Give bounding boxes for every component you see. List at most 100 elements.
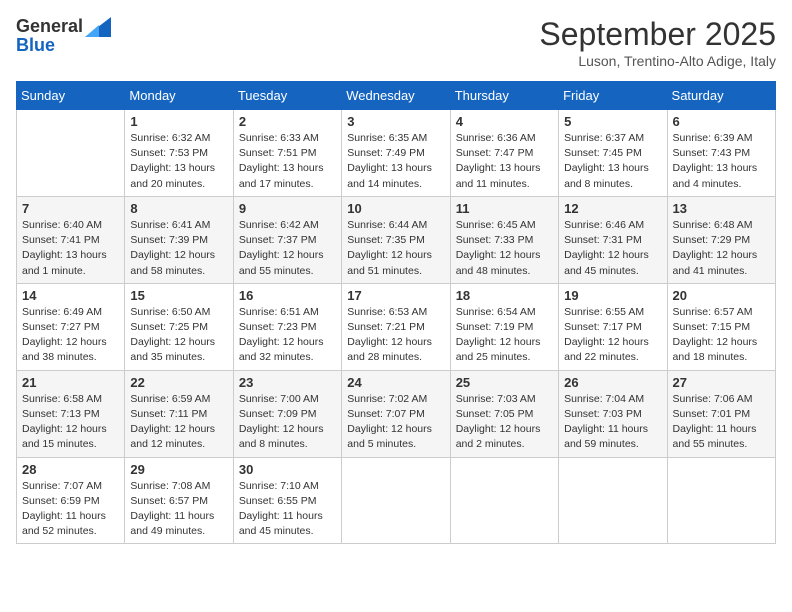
day-number: 22 xyxy=(130,375,227,390)
day-info: Sunrise: 6:48 AM Sunset: 7:29 PM Dayligh… xyxy=(673,218,770,279)
calendar-cell: 10 Sunrise: 6:44 AM Sunset: 7:35 PM Dayli… xyxy=(342,196,450,283)
day-info: Sunrise: 6:39 AM Sunset: 7:43 PM Dayligh… xyxy=(673,131,770,192)
calendar-cell: 8 Sunrise: 6:41 AM Sunset: 7:39 PM Daylig… xyxy=(125,196,233,283)
day-info: Sunrise: 6:40 AM Sunset: 7:41 PM Dayligh… xyxy=(22,218,119,279)
location-subtitle: Luson, Trentino-Alto Adige, Italy xyxy=(539,53,776,69)
calendar-cell: 30 Sunrise: 7:10 AM Sunset: 6:55 PM Dayli… xyxy=(233,457,341,544)
day-number: 9 xyxy=(239,201,336,216)
calendar-cell xyxy=(17,110,125,197)
day-info: Sunrise: 7:06 AM Sunset: 7:01 PM Dayligh… xyxy=(673,392,770,453)
day-number: 25 xyxy=(456,375,553,390)
day-number: 6 xyxy=(673,114,770,129)
calendar-cell: 4 Sunrise: 6:36 AM Sunset: 7:47 PM Daylig… xyxy=(450,110,558,197)
day-info: Sunrise: 6:42 AM Sunset: 7:37 PM Dayligh… xyxy=(239,218,336,279)
day-number: 17 xyxy=(347,288,444,303)
day-info: Sunrise: 7:04 AM Sunset: 7:03 PM Dayligh… xyxy=(564,392,661,453)
day-number: 10 xyxy=(347,201,444,216)
day-info: Sunrise: 7:03 AM Sunset: 7:05 PM Dayligh… xyxy=(456,392,553,453)
calendar-week-row: 21 Sunrise: 6:58 AM Sunset: 7:13 PM Dayli… xyxy=(17,370,776,457)
day-info: Sunrise: 6:58 AM Sunset: 7:13 PM Dayligh… xyxy=(22,392,119,453)
calendar-cell: 12 Sunrise: 6:46 AM Sunset: 7:31 PM Dayli… xyxy=(559,196,667,283)
day-number: 30 xyxy=(239,462,336,477)
calendar-cell: 9 Sunrise: 6:42 AM Sunset: 7:37 PM Daylig… xyxy=(233,196,341,283)
logo-icon xyxy=(85,17,111,37)
day-of-week-header: Sunday xyxy=(17,82,125,110)
day-number: 29 xyxy=(130,462,227,477)
day-info: Sunrise: 6:53 AM Sunset: 7:21 PM Dayligh… xyxy=(347,305,444,366)
day-number: 26 xyxy=(564,375,661,390)
day-number: 14 xyxy=(22,288,119,303)
day-info: Sunrise: 7:02 AM Sunset: 7:07 PM Dayligh… xyxy=(347,392,444,453)
calendar-cell: 2 Sunrise: 6:33 AM Sunset: 7:51 PM Daylig… xyxy=(233,110,341,197)
day-number: 28 xyxy=(22,462,119,477)
calendar-cell: 17 Sunrise: 6:53 AM Sunset: 7:21 PM Dayli… xyxy=(342,283,450,370)
day-info: Sunrise: 7:08 AM Sunset: 6:57 PM Dayligh… xyxy=(130,479,227,540)
calendar-cell: 20 Sunrise: 6:57 AM Sunset: 7:15 PM Dayli… xyxy=(667,283,775,370)
day-number: 23 xyxy=(239,375,336,390)
calendar-week-row: 1Sunrise: 6:32 AM Sunset: 7:53 PM Daylig… xyxy=(17,110,776,197)
page-header: General Blue September 2025 Luson, Trent… xyxy=(16,16,776,69)
day-number: 4 xyxy=(456,114,553,129)
calendar-cell: 13 Sunrise: 6:48 AM Sunset: 7:29 PM Dayli… xyxy=(667,196,775,283)
calendar-cell: 21 Sunrise: 6:58 AM Sunset: 7:13 PM Dayli… xyxy=(17,370,125,457)
title-block: September 2025 Luson, Trentino-Alto Adig… xyxy=(539,16,776,69)
day-info: Sunrise: 6:33 AM Sunset: 7:51 PM Dayligh… xyxy=(239,131,336,192)
day-number: 15 xyxy=(130,288,227,303)
month-title: September 2025 xyxy=(539,16,776,53)
day-number: 11 xyxy=(456,201,553,216)
calendar-cell: 3 Sunrise: 6:35 AM Sunset: 7:49 PM Daylig… xyxy=(342,110,450,197)
calendar-cell xyxy=(450,457,558,544)
day-info: Sunrise: 6:46 AM Sunset: 7:31 PM Dayligh… xyxy=(564,218,661,279)
day-info: Sunrise: 6:37 AM Sunset: 7:45 PM Dayligh… xyxy=(564,131,661,192)
calendar-cell: 5 Sunrise: 6:37 AM Sunset: 7:45 PM Daylig… xyxy=(559,110,667,197)
day-info: Sunrise: 6:35 AM Sunset: 7:49 PM Dayligh… xyxy=(347,131,444,192)
day-info: Sunrise: 7:07 AM Sunset: 6:59 PM Dayligh… xyxy=(22,479,119,540)
day-number: 16 xyxy=(239,288,336,303)
calendar-cell: 28 Sunrise: 7:07 AM Sunset: 6:59 PM Dayli… xyxy=(17,457,125,544)
calendar-week-row: 28 Sunrise: 7:07 AM Sunset: 6:59 PM Dayli… xyxy=(17,457,776,544)
calendar-cell xyxy=(559,457,667,544)
day-of-week-header: Wednesday xyxy=(342,82,450,110)
day-info: Sunrise: 7:10 AM Sunset: 6:55 PM Dayligh… xyxy=(239,479,336,540)
calendar-cell xyxy=(342,457,450,544)
day-info: Sunrise: 6:54 AM Sunset: 7:19 PM Dayligh… xyxy=(456,305,553,366)
day-number: 8 xyxy=(130,201,227,216)
calendar-cell: 7 Sunrise: 6:40 AM Sunset: 7:41 PM Daylig… xyxy=(17,196,125,283)
day-info: Sunrise: 6:55 AM Sunset: 7:17 PM Dayligh… xyxy=(564,305,661,366)
day-number: 13 xyxy=(673,201,770,216)
calendar-cell: 1Sunrise: 6:32 AM Sunset: 7:53 PM Daylig… xyxy=(125,110,233,197)
calendar-cell: 26 Sunrise: 7:04 AM Sunset: 7:03 PM Dayli… xyxy=(559,370,667,457)
day-number: 5 xyxy=(564,114,661,129)
day-info: Sunrise: 6:51 AM Sunset: 7:23 PM Dayligh… xyxy=(239,305,336,366)
calendar-cell: 23 Sunrise: 7:00 AM Sunset: 7:09 PM Dayli… xyxy=(233,370,341,457)
day-info: Sunrise: 6:36 AM Sunset: 7:47 PM Dayligh… xyxy=(456,131,553,192)
day-number: 7 xyxy=(22,201,119,216)
calendar-week-row: 7 Sunrise: 6:40 AM Sunset: 7:41 PM Daylig… xyxy=(17,196,776,283)
day-number: 21 xyxy=(22,375,119,390)
calendar-cell: 24Sunrise: 7:02 AM Sunset: 7:07 PM Dayli… xyxy=(342,370,450,457)
day-info: Sunrise: 6:57 AM Sunset: 7:15 PM Dayligh… xyxy=(673,305,770,366)
day-number: 20 xyxy=(673,288,770,303)
calendar-cell xyxy=(667,457,775,544)
calendar-header-row: SundayMondayTuesdayWednesdayThursdayFrid… xyxy=(17,82,776,110)
day-number: 12 xyxy=(564,201,661,216)
day-number: 2 xyxy=(239,114,336,129)
day-info: Sunrise: 6:32 AM Sunset: 7:53 PM Dayligh… xyxy=(130,131,227,192)
day-of-week-header: Tuesday xyxy=(233,82,341,110)
day-info: Sunrise: 7:00 AM Sunset: 7:09 PM Dayligh… xyxy=(239,392,336,453)
logo-text-general: General xyxy=(16,16,83,36)
day-of-week-header: Saturday xyxy=(667,82,775,110)
day-number: 3 xyxy=(347,114,444,129)
day-info: Sunrise: 6:59 AM Sunset: 7:11 PM Dayligh… xyxy=(130,392,227,453)
day-info: Sunrise: 6:49 AM Sunset: 7:27 PM Dayligh… xyxy=(22,305,119,366)
calendar-cell: 25 Sunrise: 7:03 AM Sunset: 7:05 PM Dayli… xyxy=(450,370,558,457)
day-of-week-header: Monday xyxy=(125,82,233,110)
day-info: Sunrise: 6:41 AM Sunset: 7:39 PM Dayligh… xyxy=(130,218,227,279)
logo: General Blue xyxy=(16,16,111,56)
calendar-cell: 29 Sunrise: 7:08 AM Sunset: 6:57 PM Dayli… xyxy=(125,457,233,544)
day-info: Sunrise: 6:50 AM Sunset: 7:25 PM Dayligh… xyxy=(130,305,227,366)
day-info: Sunrise: 6:44 AM Sunset: 7:35 PM Dayligh… xyxy=(347,218,444,279)
day-of-week-header: Thursday xyxy=(450,82,558,110)
calendar-week-row: 14 Sunrise: 6:49 AM Sunset: 7:27 PM Dayli… xyxy=(17,283,776,370)
calendar-cell: 18Sunrise: 6:54 AM Sunset: 7:19 PM Dayli… xyxy=(450,283,558,370)
